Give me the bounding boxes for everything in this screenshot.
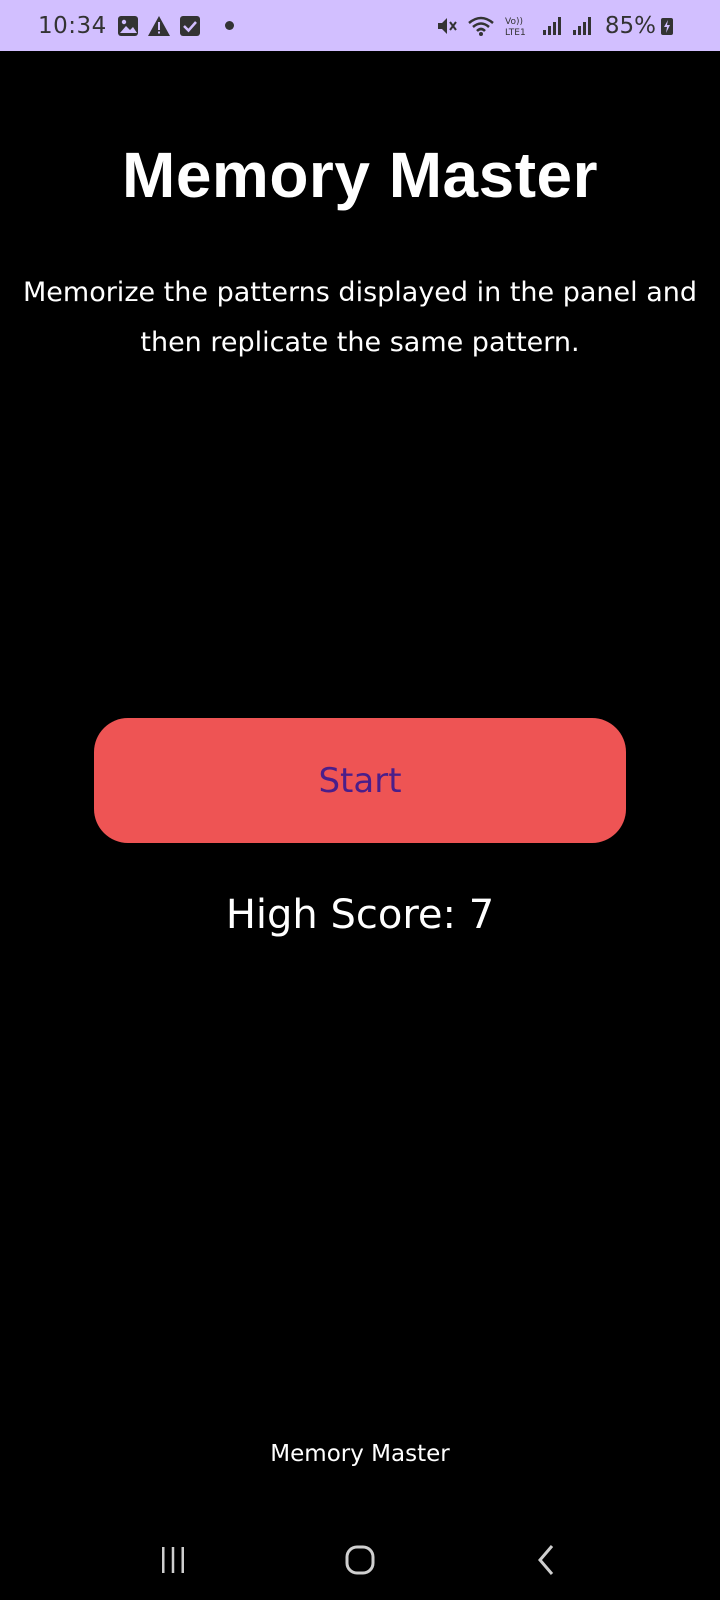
volte-icon: Vo)) LTE1 (503, 15, 533, 37)
battery-charging-icon (660, 15, 674, 37)
gallery-icon (117, 15, 139, 37)
signal-icon (541, 15, 563, 37)
wifi-icon (467, 15, 495, 37)
home-button[interactable] (320, 1525, 400, 1595)
status-bar: 10:34 Vo)) LTE1 85% (0, 0, 720, 51)
notification-dot-icon (224, 21, 234, 30)
status-time: 10:34 (38, 12, 107, 39)
svg-text:Vo)): Vo)) (505, 17, 523, 27)
high-score: High Score: 7 (225, 892, 495, 938)
status-bar-right: Vo)) LTE1 85% (435, 13, 682, 39)
signal-icon (571, 15, 593, 37)
start-button[interactable]: Start (94, 718, 626, 843)
recents-button[interactable] (133, 1525, 213, 1595)
check-icon (179, 15, 201, 37)
footer-app-name: Memory Master (270, 1441, 450, 1467)
recents-icon (162, 1547, 185, 1573)
game-description: Memorize the patterns displayed in the p… (22, 277, 698, 358)
battery-percentage: 85% (604, 12, 656, 39)
back-button[interactable] (507, 1525, 587, 1595)
app-screen: 10:34 Vo)) LTE1 85% Memory Master Memori… (0, 0, 720, 1600)
mute-icon (435, 15, 459, 37)
back-icon (537, 1545, 553, 1575)
svg-text:LTE1: LTE1 (505, 28, 526, 37)
status-bar-left: 10:34 (38, 13, 234, 39)
page-title: Memory Master (122, 139, 598, 211)
warning-icon (147, 15, 171, 37)
system-navigation-bar (0, 1520, 720, 1600)
home-icon (345, 1545, 375, 1575)
